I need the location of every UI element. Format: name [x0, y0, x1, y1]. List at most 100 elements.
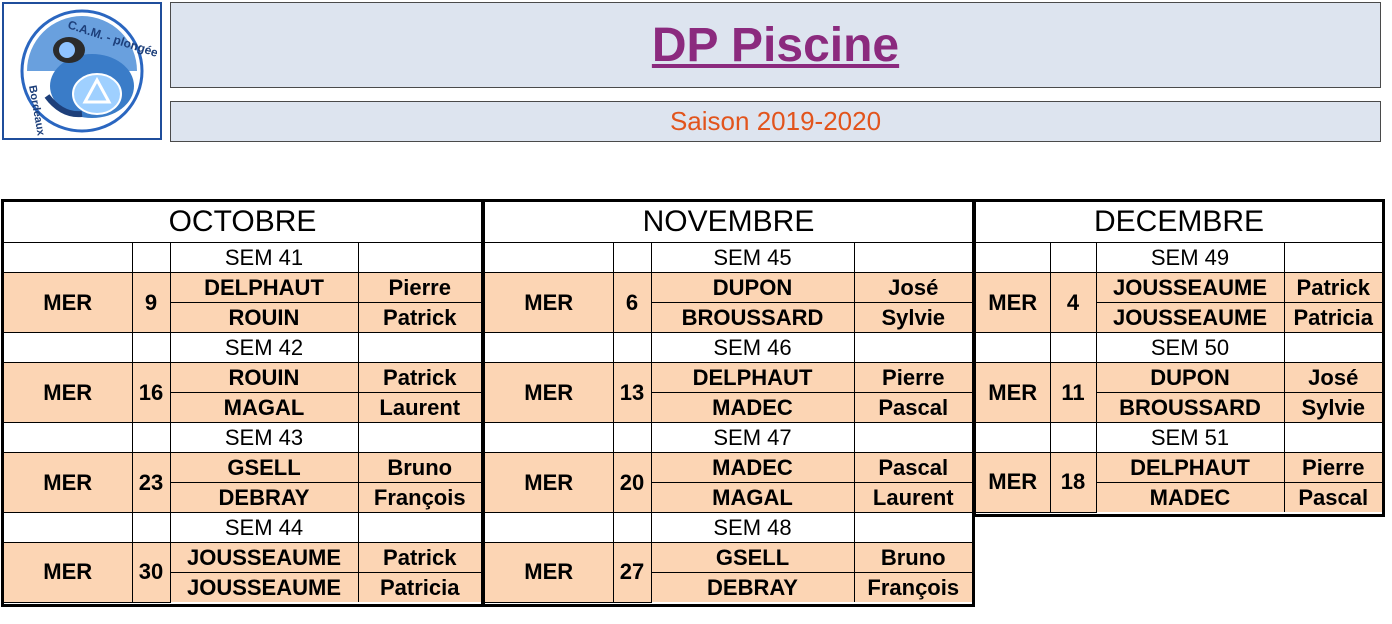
person-firstname: Sylvie — [853, 302, 972, 333]
blank-cell — [1049, 332, 1097, 363]
month-block-decembre: DECEMBRE SEM 49 MER 4 JOUSSEAUME Patrick JOUSS… — [973, 199, 1385, 517]
person-lastname: DELPHAUT — [1095, 452, 1285, 483]
person-firstname: Pascal — [853, 452, 972, 483]
month-table: OCTOBRE SEM 41 MER 9 DELPHAUT Pierre ROUIN Patr… — [4, 202, 481, 603]
page-title: DP Piscine — [651, 18, 900, 72]
person-firstname: Laurent — [357, 392, 481, 423]
blank-cell — [853, 512, 972, 543]
person-firstname: François — [853, 572, 972, 602]
day-label: MER — [4, 362, 133, 423]
person-lastname: MADEC — [651, 392, 855, 423]
person-lastname: MADEC — [1096, 482, 1285, 512]
date-label: 30 — [131, 542, 171, 603]
person-lastname: GSELL — [169, 452, 359, 483]
person-firstname: Patrick — [357, 362, 481, 393]
day-label: MER — [485, 272, 614, 333]
day-label: MER — [4, 542, 133, 603]
blank-cell — [357, 242, 481, 273]
person-firstname: José — [1283, 362, 1382, 393]
week-label: SEM 51 — [1095, 422, 1285, 453]
blank-cell — [485, 512, 614, 543]
blank-cell — [612, 242, 652, 273]
date-label: 11 — [1049, 362, 1097, 423]
season-banner: Saison 2019-2020 — [170, 101, 1381, 142]
person-lastname: ROUIN — [170, 302, 359, 333]
blank-cell — [976, 332, 1051, 363]
blank-cell — [131, 512, 171, 543]
day-label: MER — [4, 452, 133, 513]
blank-cell — [131, 422, 171, 453]
blank-cell — [357, 332, 481, 363]
week-label: SEM 42 — [169, 332, 359, 363]
person-lastname: DUPON — [1095, 362, 1285, 393]
person-lastname: DELPHAUT — [169, 272, 359, 303]
blank-cell — [1049, 422, 1097, 453]
title-banner: DP Piscine — [170, 2, 1381, 88]
week-label: SEM 45 — [650, 242, 855, 273]
date-label: 27 — [612, 542, 652, 603]
blank-cell — [1283, 242, 1382, 273]
blank-cell — [612, 332, 652, 363]
person-firstname: François — [357, 482, 481, 513]
person-firstname: Pierre — [1283, 452, 1382, 483]
person-lastname: GSELL — [650, 542, 855, 573]
person-firstname: Sylvie — [1283, 392, 1382, 423]
month-title: OCTOBRE — [4, 202, 481, 243]
month-title: DECEMBRE — [976, 202, 1382, 243]
day-label: MER — [976, 272, 1051, 333]
week-label: SEM 50 — [1095, 332, 1285, 363]
month-table: DECEMBRE SEM 49 MER 4 JOUSSEAUME Patrick JOUSS… — [976, 202, 1382, 513]
blank-cell — [485, 242, 614, 273]
person-lastname: MAGAL — [170, 392, 359, 423]
person-firstname: José — [853, 272, 972, 303]
week-label: SEM 43 — [169, 422, 359, 453]
week-label: SEM 44 — [169, 512, 359, 543]
blank-cell — [485, 422, 614, 453]
day-label: MER — [976, 362, 1051, 423]
blank-cell — [485, 332, 614, 363]
date-label: 6 — [612, 272, 652, 333]
blank-cell — [612, 512, 652, 543]
blank-cell — [976, 242, 1051, 273]
week-label: SEM 49 — [1095, 242, 1285, 273]
blank-cell — [853, 332, 972, 363]
person-lastname: BROUSSARD — [1096, 392, 1285, 423]
blank-cell — [4, 242, 133, 273]
person-firstname: Patricia — [1283, 302, 1382, 333]
person-firstname: Pierre — [853, 362, 972, 393]
person-firstname: Patrick — [357, 542, 481, 573]
person-lastname: BROUSSARD — [651, 302, 855, 333]
month-block-octobre: OCTOBRE SEM 41 MER 9 DELPHAUT Pierre ROUIN Patr… — [1, 199, 484, 607]
person-firstname: Patricia — [357, 572, 481, 602]
date-label: 9 — [131, 272, 171, 333]
date-label: 4 — [1049, 272, 1097, 333]
date-label: 23 — [131, 452, 171, 513]
blank-cell — [1283, 422, 1382, 453]
person-lastname: DELPHAUT — [650, 362, 855, 393]
season-label: Saison 2019-2020 — [669, 106, 882, 136]
blank-cell — [4, 332, 133, 363]
day-label: MER — [485, 452, 614, 513]
person-lastname: MADEC — [650, 452, 855, 483]
day-label: MER — [485, 362, 614, 423]
blank-cell — [976, 422, 1051, 453]
month-title: NOVEMBRE — [485, 202, 972, 243]
month-block-novembre: NOVEMBRE SEM 45 MER 6 DUPON José BROUSSARD Sylv… — [482, 199, 975, 607]
blank-cell — [357, 512, 481, 543]
person-firstname: Patrick — [1283, 272, 1382, 303]
month-table: NOVEMBRE SEM 45 MER 6 DUPON José BROUSSARD Sylv… — [485, 202, 972, 603]
person-firstname: Pascal — [853, 392, 972, 423]
week-label: SEM 41 — [169, 242, 359, 273]
blank-cell — [1049, 242, 1097, 273]
person-lastname: JOUSSEAUME — [169, 542, 359, 573]
person-firstname: Patrick — [357, 302, 481, 333]
week-label: SEM 47 — [650, 422, 855, 453]
person-lastname: DUPON — [650, 272, 855, 303]
person-lastname: MAGAL — [651, 482, 855, 513]
club-logo: C.A.M. - plongée Bordeaux — [2, 2, 162, 140]
person-firstname: Laurent — [853, 482, 972, 513]
date-label: 18 — [1049, 452, 1097, 513]
blank-cell — [853, 422, 972, 453]
person-lastname: ROUIN — [169, 362, 359, 393]
person-lastname: JOUSSEAUME — [1095, 272, 1285, 303]
